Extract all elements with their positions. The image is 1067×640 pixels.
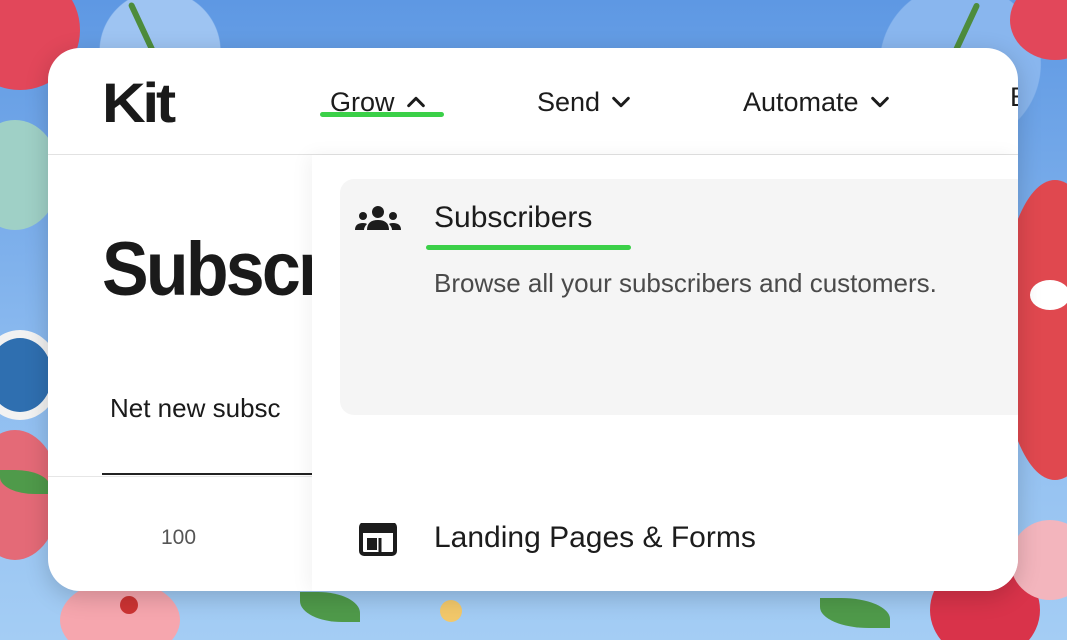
dropdown-item-title: Subscribers <box>434 201 593 234</box>
nav-automate-label: Automate <box>743 86 859 117</box>
eye-decoration <box>1030 280 1067 310</box>
kit-logo[interactable]: Kit <box>102 70 176 135</box>
app-window: Subscr Net new subsc 100 Kit Grow Send A… <box>48 48 1018 591</box>
net-new-subscribers-tab[interactable]: Net new subsc <box>110 393 281 424</box>
top-navigation: Kit Grow Send Automate E <box>48 48 1018 155</box>
nav-automate[interactable]: Automate <box>743 82 891 122</box>
layout-icon <box>359 523 397 556</box>
berry-decoration <box>440 600 462 622</box>
page-title: Subscr <box>102 227 325 312</box>
flower-decoration <box>1010 0 1067 60</box>
dropdown-active-underline <box>426 245 631 250</box>
users-group-icon <box>355 206 401 230</box>
grow-dropdown-menu: Subscribers Browse all your subscribers … <box>312 155 1018 591</box>
chevron-up-icon <box>406 96 425 108</box>
active-tab-underline <box>102 473 312 475</box>
dropdown-item-description: Browse all your subscribers and customer… <box>434 268 937 298</box>
nav-active-underline <box>320 112 444 117</box>
nav-send-label: Send <box>537 86 601 117</box>
nav-item-truncated[interactable]: E <box>1010 82 1018 113</box>
berry-decoration <box>120 596 138 614</box>
leaf-decoration <box>300 592 360 622</box>
leaf-decoration <box>820 598 890 628</box>
dropdown-item-landing-pages[interactable]: Landing Pages & Forms Gather subscribers… <box>340 455 1018 591</box>
dropdown-item-subscribers[interactable]: Subscribers Browse all your subscribers … <box>340 179 1018 415</box>
chevron-down-icon <box>612 96 630 108</box>
chart-y-tick: 100 <box>161 526 197 549</box>
nav-send[interactable]: Send <box>537 82 632 122</box>
dropdown-item-description: Gather subscribers with a hosted landing <box>434 579 994 591</box>
chevron-down-icon <box>870 96 889 108</box>
dropdown-item-title: Landing Pages & Forms <box>434 521 756 554</box>
